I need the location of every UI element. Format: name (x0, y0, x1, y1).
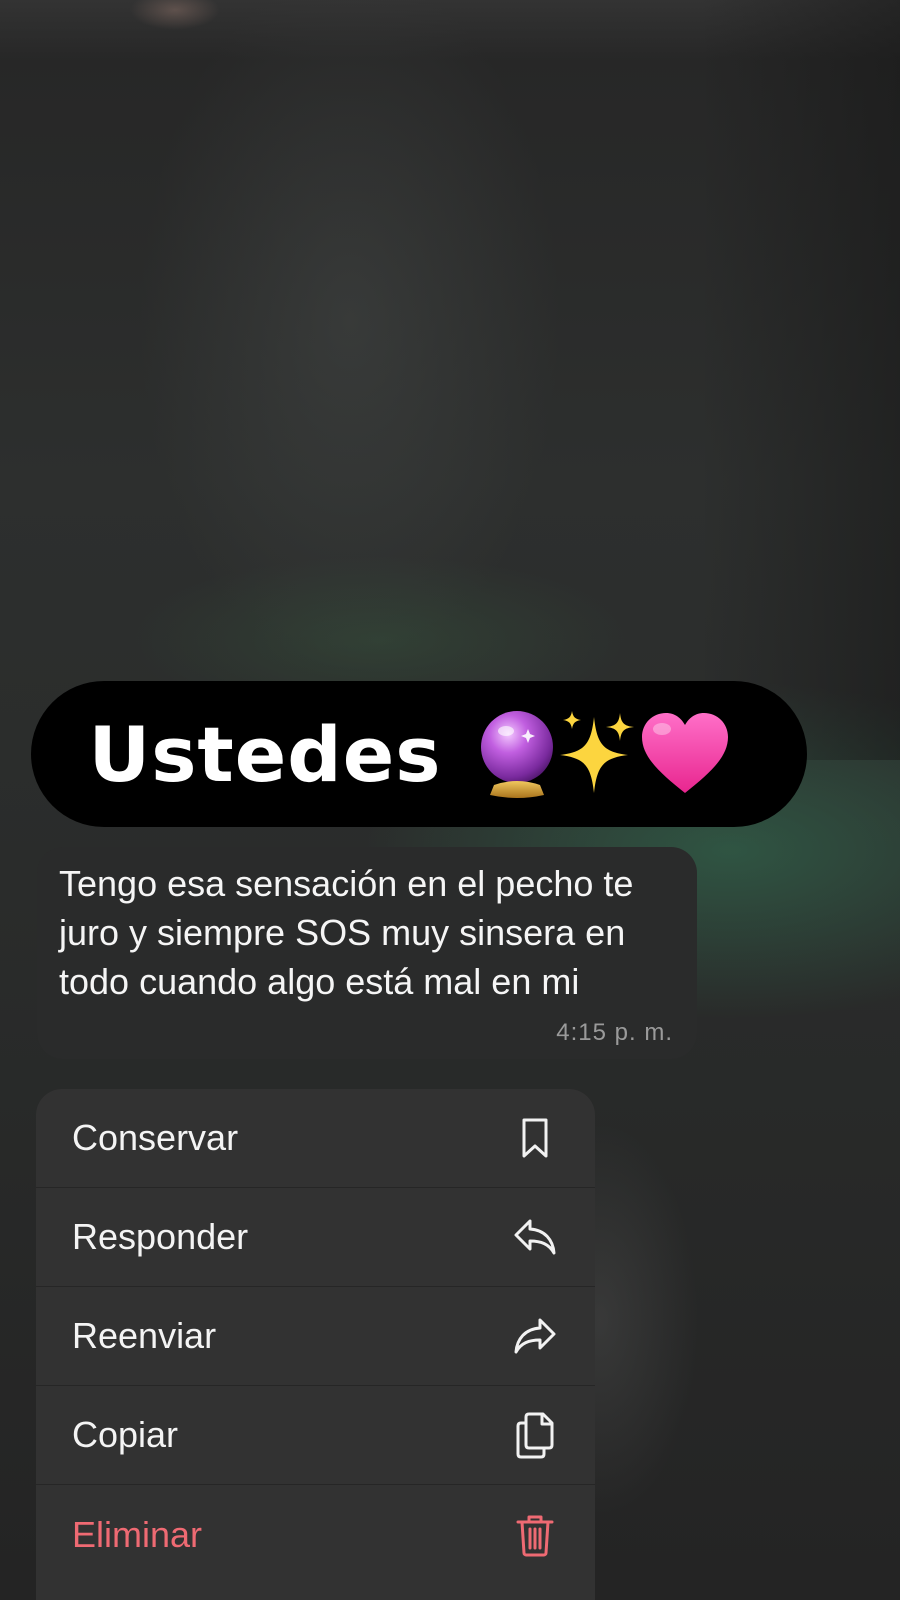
message-context-menu: Conservar Responder Reenviar Copiar Elim… (36, 1089, 595, 1600)
menu-item-keep[interactable]: Conservar (36, 1089, 595, 1188)
reply-icon (511, 1213, 559, 1261)
banner-emojis (476, 709, 730, 799)
banner-title: Ustedes (88, 709, 442, 799)
message-bubble[interactable]: Tengo esa sensación en el pecho te juro … (37, 847, 697, 1059)
pink-heart-icon (641, 713, 728, 793)
menu-item-label: Reenviar (72, 1315, 217, 1356)
copy-icon (511, 1411, 559, 1459)
sparkles-icon (559, 711, 634, 793)
menu-item-label: Eliminar (72, 1513, 203, 1555)
trash-icon (511, 1511, 559, 1559)
menu-item-forward[interactable]: Reenviar (36, 1287, 595, 1386)
menu-item-label: Responder (72, 1216, 249, 1257)
menu-item-reply[interactable]: Responder (36, 1188, 595, 1287)
chat-screen-blurred-background: Ustedes Tengo esa sensación en el pecho … (0, 0, 900, 1600)
message-timestamp: 4:15 p. m. (556, 1019, 673, 1046)
crystal-ball-icon (480, 711, 553, 798)
menu-item-label: Copiar (72, 1414, 179, 1455)
message-text: Tengo esa sensación en el pecho te juro … (59, 863, 634, 1002)
background-side-shade (700, 0, 900, 760)
menu-item-delete[interactable]: Eliminar (36, 1485, 595, 1584)
menu-item-copy[interactable]: Copiar (36, 1386, 595, 1485)
bookmark-icon (511, 1114, 559, 1162)
forward-icon (511, 1312, 559, 1360)
menu-item-label: Conservar (72, 1117, 239, 1158)
chat-title-banner: Ustedes (31, 681, 807, 827)
